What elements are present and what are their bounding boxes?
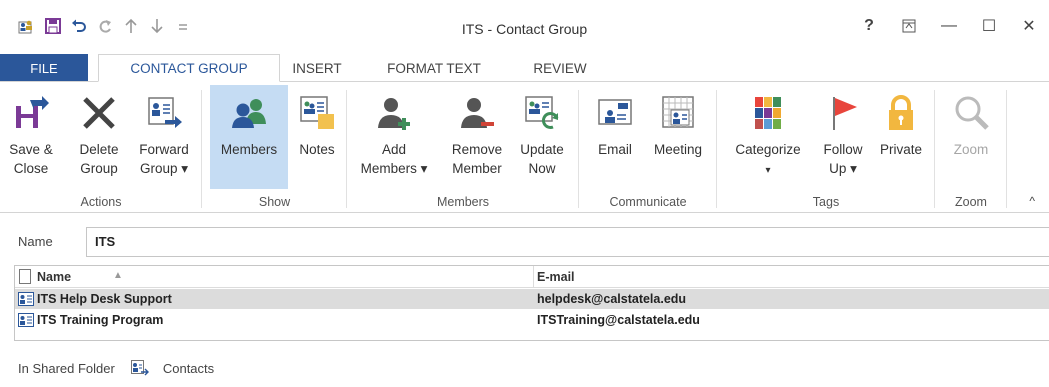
notes-icon (298, 94, 336, 132)
minimize-icon[interactable]: — (929, 12, 969, 40)
contact-card-icon (18, 292, 34, 306)
ribbon: Save & Close Delete Group Forward Group ▾ A… (0, 81, 1049, 213)
forward-group-button[interactable]: Forward Group ▾ (134, 90, 194, 184)
update-now-button[interactable]: Update Now (513, 90, 571, 184)
list-header: Name ▲ E-mail (15, 266, 1049, 288)
meeting-icon (659, 94, 697, 132)
update-now-icon (523, 94, 561, 132)
column-divider[interactable] (533, 266, 534, 288)
tab-contact-group[interactable]: CONTACT GROUP (98, 54, 280, 82)
follow-up-button[interactable]: Follow Up ▾ (813, 90, 873, 184)
group-label-actions: Actions (80, 195, 122, 209)
add-members-button[interactable]: Add Members ▾ (359, 90, 429, 184)
group-label-show: Show (258, 195, 291, 209)
group-separator (1006, 90, 1007, 208)
sort-ascending-icon: ▲ (113, 270, 123, 281)
group-label-members: Members (436, 195, 490, 209)
categorize-label-2: ▾ (765, 165, 771, 176)
collapse-ribbon-icon[interactable]: ^ (1029, 194, 1035, 208)
flag-icon (824, 94, 862, 132)
name-field[interactable]: ITS (86, 227, 1049, 257)
categorize-icon (749, 94, 787, 132)
remove-member-label-1: Remove (451, 142, 503, 157)
categorize-label-1: Categorize (735, 142, 801, 157)
email-button[interactable]: Email (591, 90, 639, 184)
group-tags: Categorize ▾ Follow Up ▾ Private Tags (717, 82, 935, 212)
group-label-communicate: Communicate (609, 195, 687, 209)
contact-card-icon (18, 313, 34, 327)
categorize-button[interactable]: Categorize ▾ (729, 90, 807, 184)
add-members-label-1: Add (381, 142, 406, 157)
shared-folder-label: In Shared Folder (18, 360, 115, 376)
group-members: Add Members ▾ Remove Member Update Now Memb… (347, 82, 579, 212)
forward-group-label-2: Group ▾ (139, 161, 189, 176)
remove-member-label-2: Member (452, 161, 502, 176)
member-list: Name ▲ E-mail ITS Help Desk Support help… (14, 265, 1049, 341)
icon-column-header[interactable] (19, 269, 31, 284)
contacts-folder-icon (130, 360, 149, 376)
members-view-label: Members (220, 142, 278, 157)
save-close-label-1: Save & (9, 142, 53, 157)
save-close-button[interactable]: Save & Close (8, 90, 54, 184)
lock-icon (882, 94, 920, 132)
meeting-label: Meeting (653, 142, 703, 157)
ribbon-display-icon[interactable] (889, 12, 929, 40)
contacts-folder-name[interactable]: Contacts (163, 361, 214, 376)
notes-label: Notes (299, 142, 335, 157)
name-label: Name (18, 234, 53, 249)
delete-group-button[interactable]: Delete Group (74, 90, 124, 184)
save-close-label-2: Close (13, 161, 49, 176)
group-show: Members Notes Show (202, 82, 347, 212)
member-email: helpdesk@calstatela.edu (537, 292, 687, 306)
forward-group-label-1: Forward (139, 142, 189, 157)
help-icon[interactable]: ? (849, 12, 889, 40)
update-now-label-2: Now (528, 161, 556, 176)
group-communicate: Email Meeting Communicate (579, 82, 717, 212)
status-bar: In Shared Folder Contacts (18, 360, 214, 376)
group-actions: Save & Close Delete Group Forward Group ▾ A… (0, 82, 202, 212)
group-zoom: Zoom Zoom (935, 82, 1007, 212)
forward-group-icon (145, 94, 183, 132)
email-label: Email (598, 142, 632, 157)
delete-icon (80, 94, 118, 132)
tab-review[interactable]: REVIEW (518, 54, 602, 82)
member-name: ITS Help Desk Support (37, 292, 172, 306)
members-view-button[interactable]: Members (210, 85, 288, 189)
members-icon (230, 94, 268, 132)
list-item[interactable]: ITS Training Program ITSTraining@calstat… (15, 310, 1049, 330)
member-email: ITSTraining@calstatela.edu (537, 313, 700, 327)
zoom-button[interactable]: Zoom (945, 90, 997, 184)
remove-member-button[interactable]: Remove Member (447, 90, 507, 184)
add-members-label-2: Members ▾ (360, 161, 428, 176)
member-name: ITS Training Program (37, 313, 164, 327)
close-icon[interactable]: ✕ (1009, 12, 1049, 40)
notes-button[interactable]: Notes (292, 90, 342, 184)
follow-up-label-1: Follow (823, 142, 863, 157)
tab-file[interactable]: FILE (0, 54, 88, 82)
email-icon (596, 94, 634, 132)
private-button[interactable]: Private (873, 90, 929, 184)
delete-group-label-2: Group (80, 161, 118, 176)
window-controls: ? — ☐ ✕ (849, 12, 1049, 40)
title-bar: ITS - Contact Group ? — ☐ ✕ (0, 0, 1049, 54)
restore-icon[interactable]: ☐ (969, 12, 1009, 40)
zoom-label: Zoom (953, 142, 989, 157)
list-item[interactable]: ITS Help Desk Support helpdesk@calstatel… (15, 289, 1049, 309)
email-column-header[interactable]: E-mail (537, 270, 575, 284)
delete-group-label-1: Delete (79, 142, 119, 157)
remove-member-icon (458, 94, 496, 132)
private-label: Private (879, 142, 923, 157)
follow-up-label-2: Up ▾ (829, 161, 857, 176)
save-close-icon (12, 94, 50, 132)
magnifier-icon (952, 94, 990, 132)
ribbon-tabs: FILE CONTACT GROUP INSERT FORMAT TEXT RE… (0, 54, 1049, 82)
name-column-header[interactable]: Name (37, 270, 71, 284)
add-member-icon (375, 94, 413, 132)
group-label-tags: Tags (812, 195, 840, 209)
tab-insert[interactable]: INSERT (280, 54, 354, 82)
update-now-label-1: Update (520, 142, 564, 157)
tab-format-text[interactable]: FORMAT TEXT (372, 54, 496, 82)
meeting-button[interactable]: Meeting (645, 90, 711, 184)
group-label-zoom: Zoom (955, 195, 987, 209)
